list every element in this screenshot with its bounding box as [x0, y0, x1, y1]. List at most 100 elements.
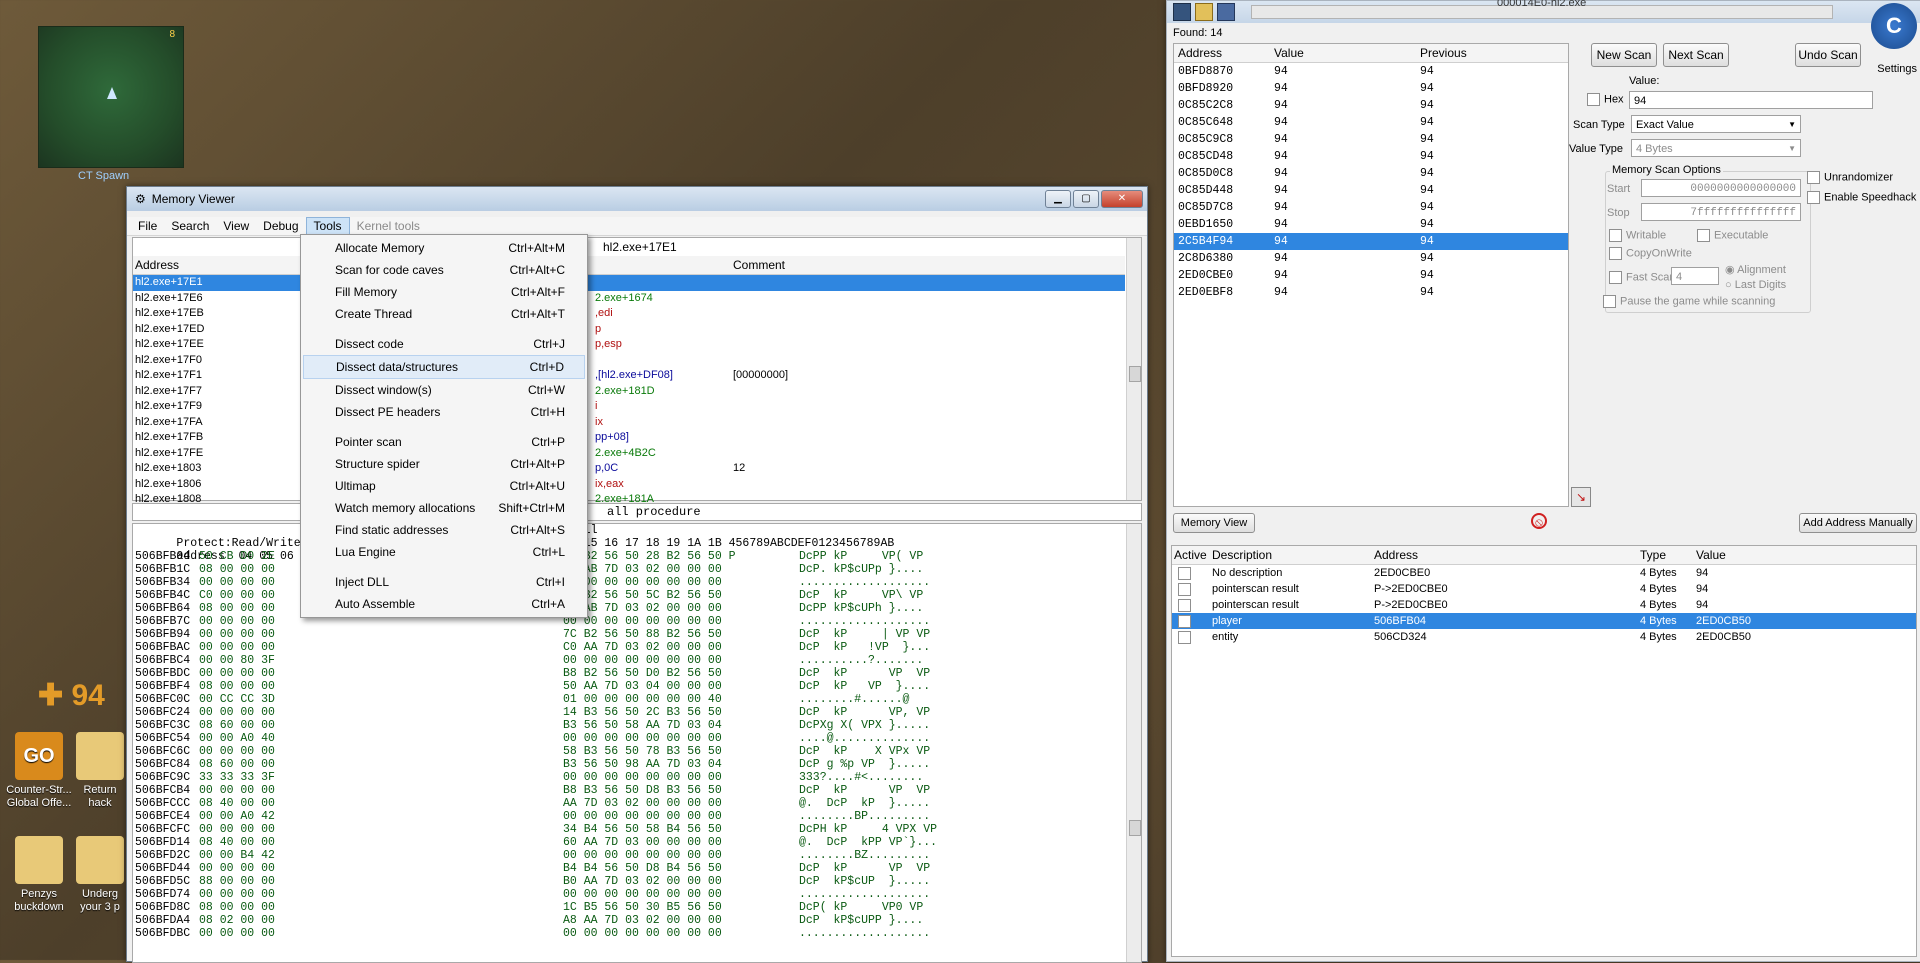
hex-row[interactable]: 506BFC24 00 00 00 00 14 B3 56 50 2C B3 56 …	[133, 706, 1141, 719]
hex-row[interactable]: 506BFCFC 00 00 00 00 34 B4 56 50 58 B4 56 …	[133, 823, 1141, 836]
copyonwrite-checkbox-box[interactable]	[1609, 247, 1622, 260]
scrollbar-thumb[interactable]	[1129, 366, 1141, 382]
menu-tools[interactable]: Tools	[305, 217, 350, 235]
hex-scrollbar[interactable]	[1126, 524, 1141, 962]
tools-menu-item[interactable]: Allocate Memory Ctrl+Alt+M	[301, 237, 587, 259]
disassembler-row[interactable]: hl2.exe+17E1	[133, 275, 1125, 291]
alignment-radio[interactable]: ◉ Alignment	[1725, 263, 1786, 276]
disassembler-row[interactable]: hl2.exe+17ED p	[133, 322, 1125, 338]
tools-menu-item[interactable]: Find static addresses Ctrl+Alt+S	[301, 519, 587, 541]
tools-menu-item[interactable]: Lua Engine Ctrl+L	[301, 541, 587, 563]
hex-row[interactable]: 506BFC54 00 00 A0 40 00 00 00 00 00 00 00 …	[133, 732, 1141, 745]
speedhack-checkbox-box[interactable]	[1807, 191, 1820, 204]
undo-scan-button[interactable]: Undo Scan	[1795, 43, 1861, 67]
hex-view-pane[interactable]: Protect:Read/Write Bt.dll address 04 05 …	[132, 523, 1142, 963]
lastdigits-radio[interactable]: ○ Last Digits	[1725, 279, 1786, 291]
disassembler-row[interactable]: hl2.exe+17F9 i	[133, 399, 1125, 415]
hex-row[interactable]: 506BFD2C 00 00 B4 42 00 00 00 00 00 00 00 …	[133, 849, 1141, 862]
memory-view-button[interactable]: Memory View	[1173, 513, 1255, 533]
result-row[interactable]: 2C5B4F94 94 94	[1174, 233, 1568, 250]
disassembler-row[interactable]: hl2.exe+17EB ,edi	[133, 306, 1125, 322]
disassembler-row[interactable]: hl2.exe+17EE p,esp	[133, 337, 1125, 353]
active-checkbox[interactable]	[1178, 615, 1191, 628]
hex-row[interactable]: 506BFB1C 08 00 00 00 70 AB 7D 03 02 00 00 …	[133, 563, 1141, 576]
add-to-list-arrow-icon[interactable]: ↘	[1571, 487, 1591, 507]
hex-row[interactable]: 506BFD74 00 00 00 00 00 00 00 00 00 00 00 …	[133, 888, 1141, 901]
result-row[interactable]: 0BFD8870 94 94	[1174, 63, 1568, 80]
active-checkbox[interactable]	[1178, 599, 1191, 612]
disassembler-row[interactable]: hl2.exe+17FE 2.exe+4B2C	[133, 446, 1125, 462]
stop-icon[interactable]: ⦸	[1531, 513, 1547, 529]
hex-row[interactable]: 506BFCB4 00 00 00 00 B8 B3 56 50 D8 B3 56 …	[133, 784, 1141, 797]
active-checkbox[interactable]	[1178, 631, 1191, 644]
hex-checkbox-box[interactable]	[1587, 93, 1600, 106]
result-row[interactable]: 0C85CD48 94 94	[1174, 148, 1568, 165]
hex-row[interactable]: 506BFC6C 00 00 00 00 58 B3 56 50 78 B3 56 …	[133, 745, 1141, 758]
result-row[interactable]: 0C85C648 94 94	[1174, 114, 1568, 131]
result-row[interactable]: 0C85D7C8 94 94	[1174, 199, 1568, 216]
unrandomizer-checkbox-box[interactable]	[1807, 171, 1820, 184]
unrandomizer-checkbox[interactable]: Unrandomizer	[1807, 171, 1893, 184]
new-scan-button[interactable]: New Scan	[1591, 43, 1657, 67]
tools-menu-item[interactable]: Pointer scan Ctrl+P	[301, 431, 587, 453]
tools-menu-item[interactable]: Inject DLL Ctrl+I	[301, 571, 587, 593]
hex-row[interactable]: 506BFB34 00 00 00 00 00 00 00 00 00 00 00 …	[133, 576, 1141, 589]
memory-viewer-titlebar[interactable]: ⚙ Memory Viewer ▁ ▢ ✕	[127, 187, 1147, 211]
menu-file[interactable]: File	[131, 218, 164, 234]
result-row[interactable]: 0C85D448 94 94	[1174, 182, 1568, 199]
maximize-button[interactable]: ▢	[1073, 190, 1099, 208]
tools-menu-item[interactable]: Dissect data/structures Ctrl+D	[303, 355, 585, 379]
active-checkbox[interactable]	[1178, 567, 1191, 580]
result-row[interactable]: 0BFD8920 94 94	[1174, 80, 1568, 97]
menu-debug[interactable]: Debug	[256, 218, 305, 234]
hex-row[interactable]: 506BFC9C 33 33 33 3F 00 00 00 00 00 00 00 …	[133, 771, 1141, 784]
tools-menu-item[interactable]: Ultimap Ctrl+Alt+U	[301, 475, 587, 497]
hex-row[interactable]: 506BFCE4 00 00 A0 42 00 00 00 00 00 00 00 …	[133, 810, 1141, 823]
result-row[interactable]: 2C8D6380 94 94	[1174, 250, 1568, 267]
desktop-icon-csgo[interactable]: GO Counter-Str... Global Offe...	[4, 732, 74, 810]
disassembler-row[interactable]: hl2.exe+17F1 ,[hl2.exe+DF08] [00000000]	[133, 368, 1125, 384]
hex-row[interactable]: 506BFB64 08 00 00 00 68 AB 7D 03 02 00 00 …	[133, 602, 1141, 615]
desktop-icon-underg[interactable]: Underg your 3 p	[76, 836, 124, 914]
desktop-icon-penzys[interactable]: Penzys buckdown	[4, 836, 74, 914]
stop-address-input[interactable]: 7fffffffffffffff	[1641, 203, 1801, 221]
result-row[interactable]: 0C85C9C8 94 94	[1174, 131, 1568, 148]
address-table-row[interactable]: No description 2ED0CBE0 4 Bytes 94	[1172, 565, 1916, 581]
start-address-input[interactable]: 0000000000000000	[1641, 179, 1801, 197]
tools-menu-item[interactable]: Structure spider Ctrl+Alt+P	[301, 453, 587, 475]
tools-menu-item[interactable]: Dissect window(s) Ctrl+W	[301, 379, 587, 401]
desktop-icon-return-hack[interactable]: Return hack	[76, 732, 124, 810]
address-table-row[interactable]: pointerscan result P->2ED0CBE0 4 Bytes 94	[1172, 581, 1916, 597]
hex-row[interactable]: 506BFD14 08 40 00 00 60 AA 7D 03 00 00 00 …	[133, 836, 1141, 849]
disassembler-pane[interactable]: hl2.exe+17E1 Address Comment hl2.exe+17E…	[132, 237, 1142, 521]
disassembler-row[interactable]: hl2.exe+1803 p,0C 12	[133, 461, 1125, 477]
save-icon[interactable]	[1217, 3, 1235, 21]
result-row[interactable]: 2ED0CBE0 94 94	[1174, 267, 1568, 284]
executable-checkbox-box[interactable]	[1697, 229, 1710, 242]
tools-menu-item[interactable]: Fill Memory Ctrl+Alt+F	[301, 281, 587, 303]
address-table-row[interactable]: entity 506CD324 4 Bytes 2ED0CB50	[1172, 629, 1916, 645]
fastscan-checkbox[interactable]: Fast Scan	[1609, 271, 1676, 284]
tools-menu-item[interactable]: Dissect code Ctrl+J	[301, 333, 587, 355]
scrollbar-thumb[interactable]	[1129, 820, 1141, 836]
speedhack-checkbox[interactable]: Enable Speedhack	[1807, 191, 1916, 204]
hex-row[interactable]: 506BFD8C 08 00 00 00 1C B5 56 50 30 B5 56 …	[133, 901, 1141, 914]
disassembler-row[interactable]: hl2.exe+1806 ix,eax	[133, 477, 1125, 493]
menu-kernel-tools[interactable]: Kernel tools	[350, 218, 427, 234]
process-list-icon[interactable]	[1173, 3, 1191, 21]
menu-view[interactable]: View	[216, 218, 256, 234]
pause-checkbox-box[interactable]	[1603, 295, 1616, 308]
result-row[interactable]: 0EBD1650 94 94	[1174, 216, 1568, 233]
hex-row[interactable]: 506BFC3C 08 60 00 00 B3 56 50 58 AA 7D 03 …	[133, 719, 1141, 732]
hex-row[interactable]: 506BFD5C 88 00 00 00 B0 AA 7D 03 02 00 00 …	[133, 875, 1141, 888]
next-scan-button[interactable]: Next Scan	[1663, 43, 1729, 67]
fastscan-checkbox-box[interactable]	[1609, 271, 1622, 284]
settings-link[interactable]: Settings	[1877, 63, 1917, 75]
hex-row[interactable]: 506BFB4C C0 00 00 00 50 B2 56 50 5C B2 56 …	[133, 589, 1141, 602]
executable-checkbox[interactable]: Executable	[1697, 229, 1768, 242]
minimize-button[interactable]: ▁	[1045, 190, 1071, 208]
address-table[interactable]: Active Description Address Type Value No…	[1171, 545, 1917, 957]
writable-checkbox[interactable]: Writable	[1609, 229, 1666, 242]
add-address-manually-button[interactable]: Add Address Manually	[1799, 513, 1917, 533]
scan-type-select[interactable]: Exact Value ▼	[1631, 115, 1801, 133]
